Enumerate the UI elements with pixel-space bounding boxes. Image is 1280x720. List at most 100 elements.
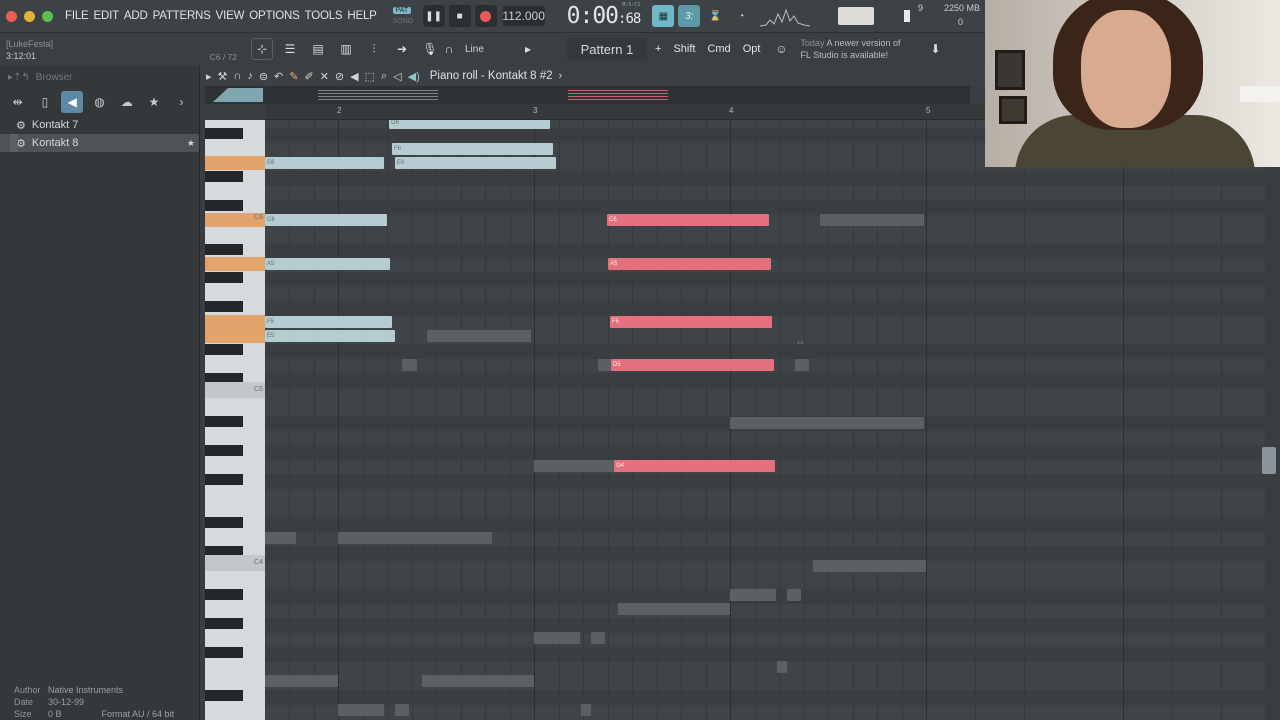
ghost-note-f6[interactable]: F6 <box>392 143 553 155</box>
playback-icon[interactable]: ◁ <box>393 70 401 83</box>
arrow-button[interactable]: ➜ <box>391 38 413 60</box>
note-grid[interactable]: G6 F6 E6 E6 C6 A5 F5 E5 C6 A5 F5 D5 G4 ⇔ <box>265 120 1265 720</box>
note-g4[interactable]: G4 <box>614 460 775 472</box>
magnet-icon[interactable]: ∩ <box>233 70 241 82</box>
browser-item-kontakt-7[interactable]: ⚙ Kontakt 7 <box>0 116 199 134</box>
star-icon[interactable]: ★ <box>143 91 165 113</box>
ghost-note-a5[interactable]: A5 <box>265 258 390 270</box>
zoom-window-button[interactable] <box>42 10 53 22</box>
browser-nav-icon[interactable]: ▸⇡↰ <box>8 72 30 83</box>
mute-tool-icon[interactable]: ⊘ <box>335 70 344 83</box>
chevron-right-icon[interactable]: › <box>170 91 192 113</box>
magnet-button[interactable]: ∩ <box>443 38 455 60</box>
highlighted-key[interactable] <box>205 257 265 271</box>
menu-file[interactable]: FILE <box>63 10 91 22</box>
black-key[interactable] <box>205 618 243 629</box>
ghost-note-c6[interactable]: C6 <box>265 214 387 226</box>
menu-edit[interactable]: EDIT <box>92 10 121 22</box>
black-key[interactable] <box>205 344 243 355</box>
pause-button[interactable]: ❚❚ <box>422 5 445 27</box>
note-a5[interactable]: A5 <box>608 258 771 270</box>
time-display[interactable]: 0:00:68 M:S:CS <box>567 2 642 29</box>
menu-help[interactable]: HELP <box>345 10 378 22</box>
note-c6[interactable]: C6 <box>607 214 769 226</box>
globe-icon[interactable]: ◍ <box>88 91 110 113</box>
opt-button[interactable]: Opt <box>739 38 765 60</box>
update-button[interactable]: ⬇ <box>925 38 947 60</box>
menu-add[interactable]: ADD <box>122 10 150 22</box>
metronome-button[interactable]: ◔ <box>730 5 752 27</box>
black-key[interactable] <box>205 301 243 312</box>
highlighted-key[interactable] <box>205 329 265 343</box>
note-d5[interactable]: D5 <box>611 359 774 371</box>
slice-icon[interactable]: ◀ <box>350 70 358 83</box>
ghost-note-f5[interactable]: F5 <box>265 316 392 328</box>
browser-item-kontakt-8[interactable]: ⚙ Kontakt 8 ★ <box>0 134 199 152</box>
record-audio-button[interactable]: 🎙 <box>419 38 441 60</box>
pencil-icon[interactable]: ✎ <box>289 70 298 83</box>
file-icon[interactable]: ▯ <box>34 91 56 113</box>
piano-roll-button[interactable]: ▤ <box>307 38 329 60</box>
add-pattern-button[interactable]: + <box>651 38 665 60</box>
black-key[interactable] <box>205 128 243 139</box>
highlighted-key[interactable] <box>205 156 265 170</box>
select-icon[interactable]: ⬚ <box>365 70 375 83</box>
playlist-button[interactable]: ☰ <box>279 38 301 60</box>
wrench-icon[interactable]: ⚒ <box>218 70 228 83</box>
step-edit-button[interactable]: 3: <box>678 5 701 27</box>
favorite-star-icon[interactable]: ★ <box>187 138 195 149</box>
black-key[interactable] <box>205 647 243 658</box>
snap-button[interactable]: ⊹ <box>251 38 273 60</box>
piano-roll-overview[interactable] <box>205 86 970 104</box>
zoom-icon[interactable]: ⌕ <box>381 70 387 83</box>
pattern-selector[interactable]: Pattern 1 <box>567 38 647 60</box>
note-f5[interactable]: F5 <box>610 316 772 328</box>
shift-button[interactable]: Shift <box>669 38 699 60</box>
black-key[interactable] <box>205 171 243 182</box>
black-key[interactable] <box>205 690 243 701</box>
menu-view[interactable]: VIEW <box>214 10 247 22</box>
cmd-button[interactable]: Cmd <box>703 38 734 60</box>
ghost-note-e6[interactable]: E6 <box>265 157 384 169</box>
black-key[interactable] <box>205 272 243 283</box>
record-button[interactable] <box>474 5 497 27</box>
speaker-icon[interactable]: ◀) <box>408 70 420 83</box>
menu-tools[interactable]: TOOLS <box>303 10 345 22</box>
menu-options[interactable]: OPTIONS <box>247 10 301 22</box>
list-icon[interactable]: ⊜ <box>259 70 268 83</box>
vertical-scrollbar[interactable] <box>1262 447 1276 474</box>
news-panel[interactable]: Today A newer version of FL Studio is av… <box>800 37 900 61</box>
pattern-prev-button[interactable]: ▸ <box>517 38 539 60</box>
chevron-right-icon[interactable]: › <box>559 70 563 82</box>
ghost-note-e5[interactable]: E5 <box>265 330 395 342</box>
menu-patterns[interactable]: PATTERNS <box>151 10 213 22</box>
minimize-window-button[interactable] <box>24 10 35 22</box>
black-key[interactable] <box>205 445 243 456</box>
snap-selector[interactable]: Line <box>465 44 515 55</box>
collapse-icon[interactable]: ⇹ <box>7 91 29 113</box>
plugin-icon[interactable]: ◀ <box>61 91 84 113</box>
stop-button[interactable]: ■ <box>448 5 471 27</box>
play-triangle-icon[interactable]: ▸ <box>206 70 212 83</box>
black-key[interactable] <box>205 244 243 255</box>
highlighted-key[interactable] <box>205 315 265 329</box>
black-key[interactable] <box>205 416 243 427</box>
news-button[interactable]: ☺ <box>770 38 792 60</box>
ghost-note-g6[interactable]: G6 <box>389 120 550 129</box>
cloud-icon[interactable]: ☁ <box>116 91 138 113</box>
black-key[interactable] <box>205 200 243 211</box>
close-window-button[interactable] <box>6 10 17 22</box>
tempo-display[interactable]: 112.000 <box>502 6 545 26</box>
undo-icon[interactable]: ↶ <box>274 70 283 83</box>
channel-rack-button[interactable]: ▥ <box>335 38 357 60</box>
black-key[interactable] <box>205 474 243 485</box>
piano-keyboard[interactable]: C6 C5 C4 <box>205 120 265 720</box>
typing-keyboard-button[interactable]: ▦ <box>652 5 675 27</box>
brush-icon[interactable]: ✐ <box>304 70 313 83</box>
black-key[interactable] <box>205 589 243 600</box>
pattern-song-toggle[interactable]: PAT SONG <box>391 5 419 27</box>
black-key[interactable] <box>205 517 243 528</box>
note-icon[interactable]: ♪ <box>247 70 253 82</box>
wait-input-button[interactable]: ⌛ <box>704 5 726 27</box>
master-volume-slider[interactable] <box>904 10 911 22</box>
